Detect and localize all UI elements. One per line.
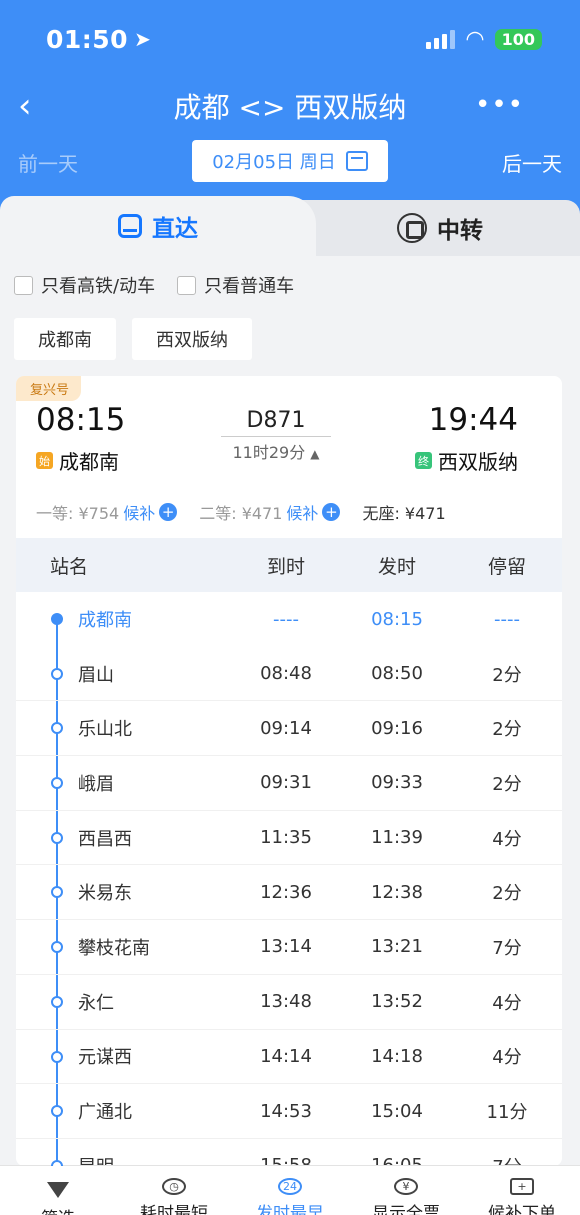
tab-bar: 中转 直达 <box>0 196 580 256</box>
transfer-train-icon <box>397 213 427 243</box>
start-tag-icon: 始 <box>36 452 53 469</box>
duration-text: 11时29分 <box>232 443 306 462</box>
bottom-nav: 筛选 ◷ 耗时最短 24 发时最早 ¥ 显示全票 + 候补下单 <box>0 1165 580 1215</box>
stop-dot-icon <box>51 995 63 1008</box>
nav-shortest-label: 耗时最短 <box>140 1204 208 1215</box>
tab-transfer[interactable]: 中转 <box>300 200 580 256</box>
date-picker-button[interactable]: 02月05日 周日 <box>192 140 388 182</box>
arrival-time: 19:44 <box>428 402 518 438</box>
filter-high-speed[interactable]: 只看高铁/动车 <box>14 272 155 298</box>
table-row: 广通北 14:53 15:04 11分 <box>16 1084 562 1139</box>
cart-plus-icon: + <box>510 1178 534 1195</box>
end-tag-icon: 终 <box>415 452 432 469</box>
seat-first-waitlist: 候补 <box>123 504 156 523</box>
train-card[interactable]: 复兴号 08:15 D871 11时29分 ▲ 19:44 始 成都南 终 西双… <box>16 376 562 1166</box>
table-row: 峨眉 09:31 09:33 2分 <box>16 756 562 811</box>
nav-earliest[interactable]: 24 发时最早 <box>232 1166 348 1215</box>
station-chips: 成都南 西双版纳 <box>14 318 252 360</box>
filter-normal[interactable]: 只看普通车 <box>177 272 294 298</box>
navbar: ‹ 成都 <> 西双版纳 ••• <box>0 80 580 130</box>
next-day-button[interactable]: 后一天 <box>502 148 562 177</box>
table-row: 元谋西 14:14 14:18 4分 <box>16 1030 562 1085</box>
seat-prices: 一等: ¥754 候补 + 二等: ¥471 候补 + 无座: ¥471 <box>36 500 552 524</box>
nav-waitlist[interactable]: + 候补下单 <box>464 1166 580 1215</box>
header-station: 站名 <box>50 555 89 578</box>
wifi-icon: ◠ <box>465 26 485 52</box>
header: 01:50 ➤ ◠ 100 ‹ 成都 <> 西双版纳 ••• 前一天 02月05… <box>0 0 580 215</box>
nav-shortest[interactable]: ◷ 耗时最短 <box>116 1166 232 1215</box>
status-time: 01:50 <box>46 24 129 54</box>
filter-options: 只看高铁/动车 只看普通车 <box>14 272 294 298</box>
table-row: 米易东 12:36 12:38 2分 <box>16 865 562 921</box>
location-arrow-icon: ➤ <box>134 27 152 51</box>
table-row: 昆明15:5816:057分 <box>16 1139 562 1166</box>
add-waitlist-icon[interactable]: + <box>159 503 178 521</box>
train-number: D871 <box>246 408 306 433</box>
train-type-badge: 复兴号 <box>16 376 82 401</box>
header-arrive: 到时 <box>266 555 305 578</box>
arrival-station-name: 西双版纳 <box>438 450 518 474</box>
prev-day-button[interactable]: 前一天 <box>18 148 78 177</box>
duration[interactable]: 11时29分 ▲ <box>221 439 331 463</box>
table-row: 成都南 ---- 08:15 ---- <box>16 592 562 647</box>
date-label: 02月05日 周日 <box>212 152 336 173</box>
tab-direct-label: 直达 <box>152 216 198 242</box>
date-bar: 前一天 02月05日 周日 后一天 <box>0 140 580 182</box>
tab-direct[interactable]: 直达 <box>0 196 316 256</box>
table-row: 乐山北 09:14 09:16 2分 <box>16 701 562 757</box>
nav-show-all[interactable]: ¥ 显示全票 <box>348 1166 464 1215</box>
seat-no-seat-price: 无座: ¥471 <box>362 504 446 523</box>
seat-no-seat: 无座: ¥471 <box>362 500 445 524</box>
seat-first-price: 一等: ¥754 <box>36 504 120 523</box>
stop-dot-icon <box>51 831 63 844</box>
seat-second-waitlist: 候补 <box>286 504 319 523</box>
nav-filter-label: 筛选 <box>41 1204 75 1215</box>
clock-24-icon: 24 <box>278 1178 302 1195</box>
signal-icon <box>426 29 456 49</box>
normal-checkbox[interactable] <box>177 275 197 295</box>
header-depart: 发时 <box>377 555 416 578</box>
caret-up-icon: ▲ <box>310 447 320 461</box>
header-stay: 停留 <box>487 555 526 578</box>
seat-second-price: 二等: ¥471 <box>199 504 283 523</box>
stop-dot-icon <box>51 777 63 790</box>
stop-table-header: 站名 到时 发时 停留 <box>16 538 562 592</box>
yen-icon: ¥ <box>394 1178 418 1195</box>
table-row: 攀枝花南 13:14 13:21 7分 <box>16 920 562 975</box>
seat-first-class[interactable]: 一等: ¥754 候补 + <box>36 500 178 524</box>
stop-list: 成都南 ---- 08:15 ---- 眉山 08:48 08:50 2分 乐山北 09:14… <box>16 592 562 1166</box>
filter-icon <box>47 1182 69 1198</box>
stop-dot-icon <box>51 1159 63 1166</box>
arrival-station: 终 西双版纳 <box>415 446 518 475</box>
filter-high-speed-label: 只看高铁/动车 <box>41 276 156 297</box>
stop-dot-icon <box>51 1050 63 1063</box>
departure-station-name: 成都南 <box>59 450 119 474</box>
divider <box>221 436 331 437</box>
tab-transfer-label: 中转 <box>437 218 483 244</box>
nav-show-all-label: 显示全票 <box>372 1204 440 1215</box>
calendar-icon <box>345 151 368 171</box>
high-speed-checkbox[interactable] <box>14 275 33 295</box>
timer-icon: ◷ <box>162 1178 186 1195</box>
table-row: 西昌西 11:35 11:39 4分 <box>16 811 562 866</box>
status-bar: 01:50 ➤ ◠ 100 <box>46 22 542 56</box>
table-row: 眉山 08:48 08:50 2分 <box>16 647 562 702</box>
station-chip[interactable]: 成都南 <box>14 318 116 360</box>
departure-time: 08:15 <box>36 402 126 438</box>
departure-station: 始 成都南 <box>36 446 119 475</box>
battery-icon: 100 <box>494 28 542 50</box>
stop-dot-icon <box>51 613 63 625</box>
more-dots-icon[interactable]: ••• <box>475 90 524 120</box>
train-icon <box>118 214 142 238</box>
filter-normal-label: 只看普通车 <box>204 276 295 297</box>
stop-dot-icon <box>51 667 63 680</box>
table-row: 永仁 13:48 13:52 4分 <box>16 975 562 1030</box>
nav-waitlist-label: 候补下单 <box>488 1204 556 1215</box>
station-chip[interactable]: 西双版纳 <box>132 318 252 360</box>
nav-earliest-label: 发时最早 <box>256 1204 324 1215</box>
seat-second-class[interactable]: 二等: ¥471 候补 + <box>199 500 341 524</box>
nav-filter[interactable]: 筛选 <box>0 1166 116 1215</box>
add-waitlist-icon[interactable]: + <box>322 503 341 521</box>
